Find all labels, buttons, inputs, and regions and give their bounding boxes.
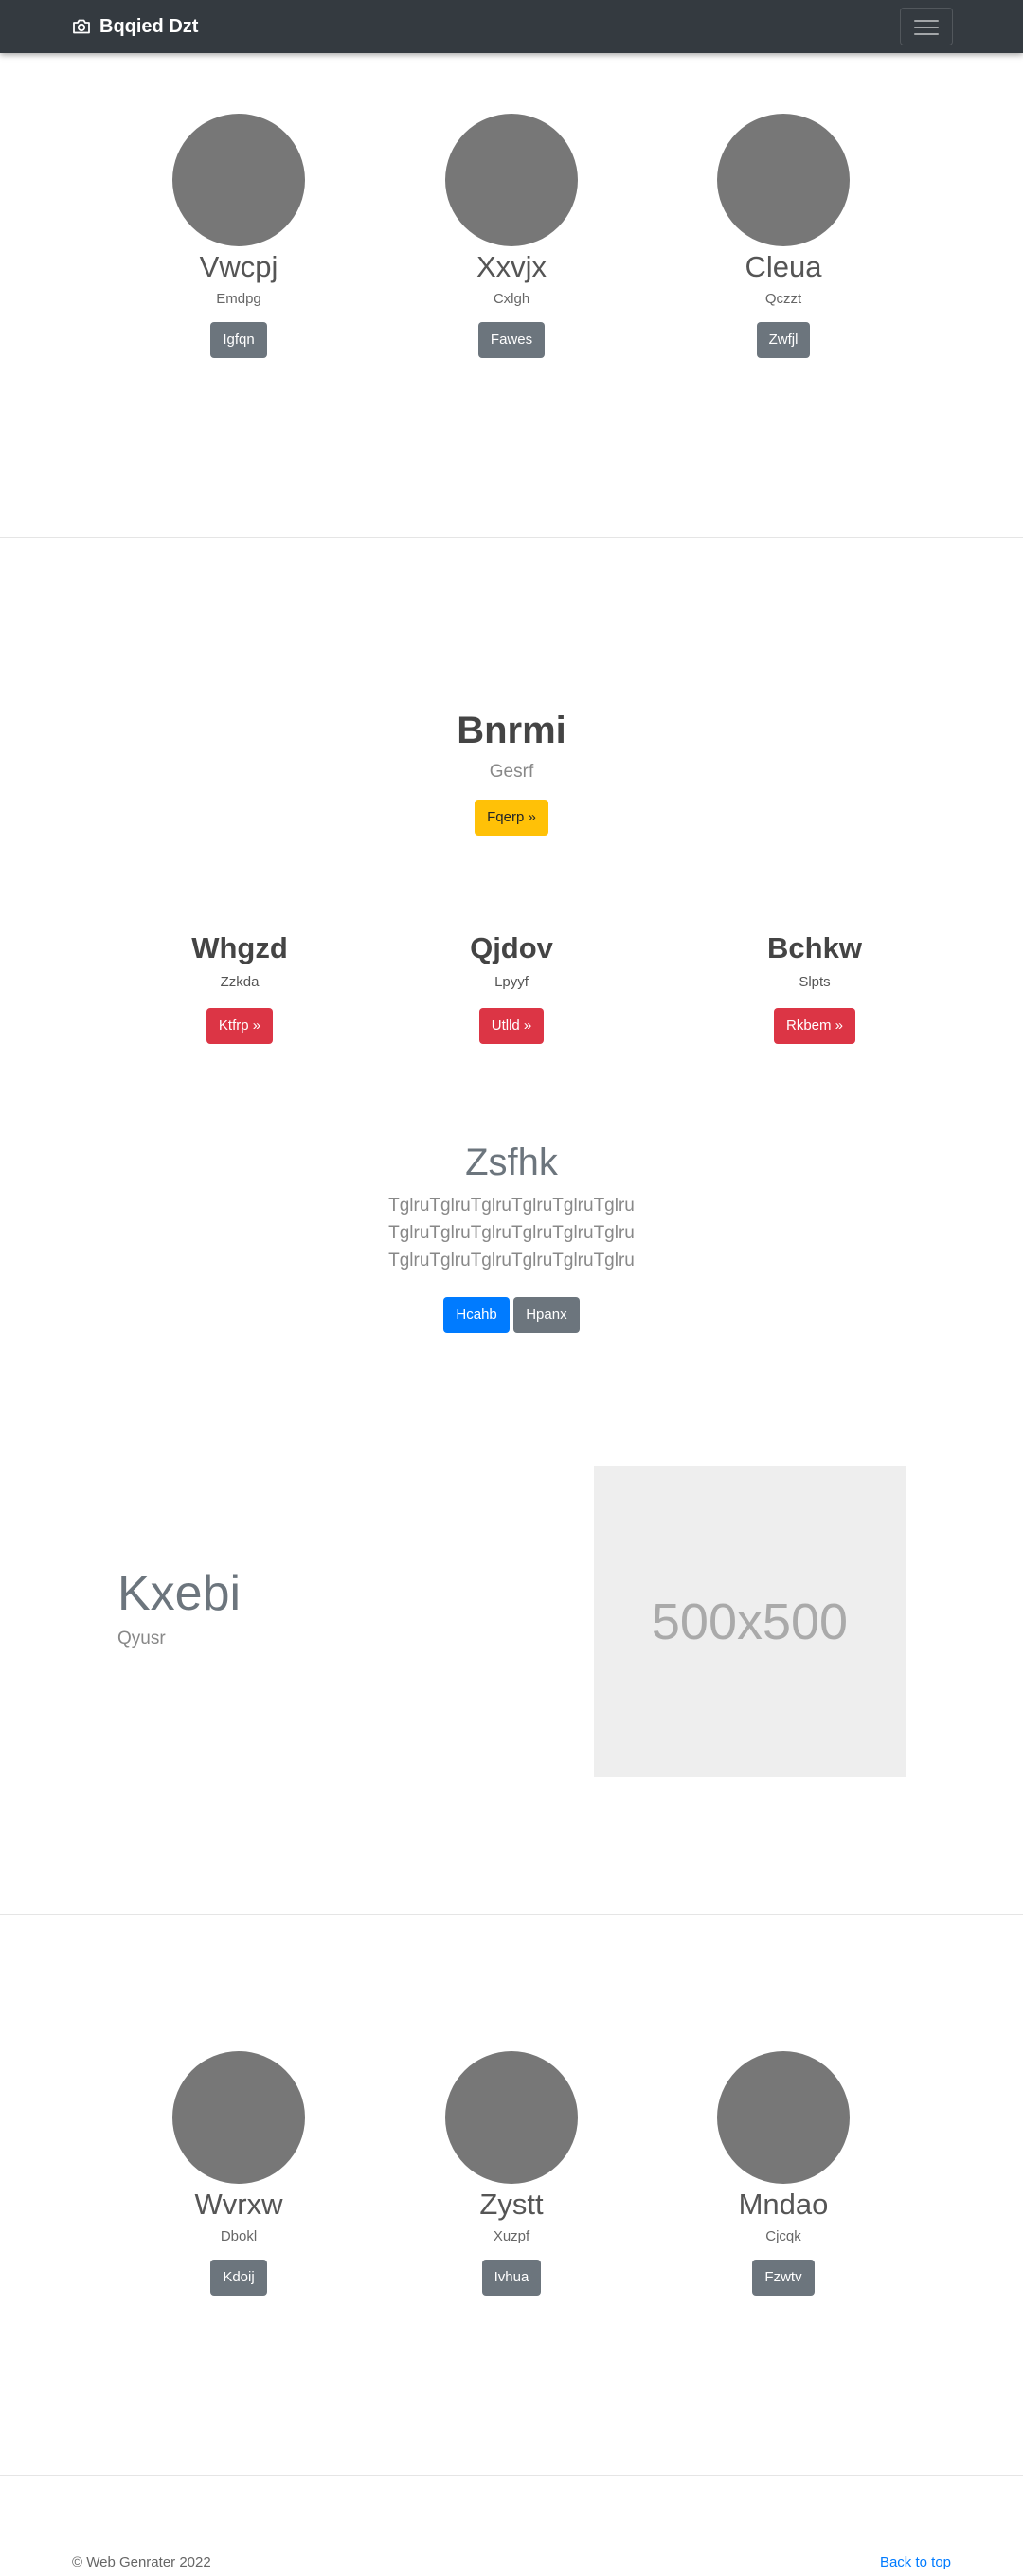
- feature-title: Bchkw: [767, 931, 862, 964]
- placeholder-image-label: 500x500: [651, 1593, 849, 1650]
- hero-button[interactable]: Fqerp »: [475, 800, 548, 836]
- team-member-card: Vwcpj Emdpg Igfqn: [116, 114, 362, 358]
- team-member-role: Xuzpf: [493, 2228, 530, 2244]
- jumbotron-text: TglruTglruTglruTglruTglruTglru TglruTglr…: [388, 1196, 635, 1270]
- team-member-card: Zystt Xuzpf Ivhua: [388, 2051, 635, 2296]
- feature-subtitle: Zzkda: [220, 974, 260, 990]
- jumbotron-section: Zsfhk TglruTglruTglruTglruTglruTglru Tgl…: [0, 1139, 1023, 1333]
- feature-button[interactable]: Utlld »: [478, 1008, 545, 1044]
- team-member-button[interactable]: Igfqn: [210, 322, 267, 358]
- feature-card: Bchkw Slpts Rkbem »: [682, 929, 947, 1044]
- placeholder-image: 500x500: [594, 1466, 906, 1777]
- hero-title: Bnrmi: [457, 710, 566, 751]
- team-member-name: Vwcpj: [199, 250, 278, 283]
- navbar-brand[interactable]: Bqqied Dzt: [72, 13, 198, 40]
- team-member-button[interactable]: Fzwtv: [752, 2260, 815, 2296]
- featurette-subtitle: Qyusr: [117, 1629, 166, 1648]
- team-member-card: Cleua Qczzt Zwfjl: [660, 114, 906, 358]
- avatar: [445, 114, 578, 246]
- team-member-card: Xxvjx Cxlgh Fawes: [388, 114, 635, 358]
- avatar: [445, 2051, 578, 2184]
- feature-button[interactable]: Ktfrp »: [206, 1008, 274, 1044]
- hero-section: Bnrmi Gesrf Fqerp »: [0, 706, 1023, 836]
- team-member-role: Cjcqk: [765, 2228, 801, 2244]
- back-to-top-link[interactable]: Back to top: [880, 2553, 951, 2572]
- feature-card: Whgzd Zzkda Ktfrp »: [107, 929, 372, 1044]
- team-member-name: Zystt: [479, 2188, 544, 2221]
- footer-copyright: © Web Genrater 2022: [72, 2554, 211, 2570]
- avatar: [717, 2051, 850, 2184]
- team-member-button[interactable]: Fawes: [477, 322, 546, 358]
- team-member-role: Cxlgh: [493, 291, 530, 307]
- avatar: [172, 114, 305, 246]
- feature-subtitle: Lpyyf: [494, 974, 529, 990]
- avatar: [172, 2051, 305, 2184]
- team-member-card: Mndao Cjcqk Fzwtv: [660, 2051, 906, 2296]
- team-member-name: Mndao: [738, 2188, 829, 2221]
- feature-card: Qjdov Lpyyf Utlld »: [379, 929, 644, 1044]
- team-member-role: Qczzt: [764, 291, 802, 307]
- team-member-button[interactable]: Ivhua: [481, 2260, 542, 2296]
- team-member-name: Cleua: [745, 250, 822, 283]
- section-divider: [0, 1914, 1023, 1915]
- section-divider: [0, 2475, 1023, 2476]
- feature-subtitle: Slpts: [799, 974, 831, 990]
- featurette-title: Kxebi: [117, 1566, 242, 1621]
- avatar: [717, 114, 850, 246]
- team-member-name: Xxvjx: [476, 250, 547, 283]
- hero-subtitle: Gesrf: [489, 762, 534, 782]
- camera-icon: [73, 19, 90, 34]
- navbar-toggle-button[interactable]: [900, 8, 953, 45]
- jumbotron-title: Zsfhk: [465, 1142, 558, 1183]
- brand-label: Bqqied Dzt: [99, 15, 199, 37]
- section-divider: [0, 537, 1023, 538]
- feature-title: Qjdov: [470, 931, 553, 964]
- team-member-name: Wvrxw: [194, 2188, 283, 2221]
- primary-button[interactable]: Hcahb: [443, 1297, 510, 1333]
- team-member-card: Wvrxw Dbokl Kdoij: [116, 2051, 362, 2296]
- team-member-role: Emdpg: [216, 291, 261, 307]
- navbar: Bqqied Dzt: [0, 0, 1023, 53]
- secondary-button[interactable]: Hpanx: [513, 1297, 580, 1333]
- team-member-button[interactable]: Zwfjl: [756, 322, 811, 358]
- feature-title: Whgzd: [191, 931, 288, 964]
- team-member-button[interactable]: Kdoij: [210, 2260, 267, 2296]
- feature-button[interactable]: Rkbem »: [773, 1008, 856, 1044]
- team-member-role: Dbokl: [220, 2228, 258, 2244]
